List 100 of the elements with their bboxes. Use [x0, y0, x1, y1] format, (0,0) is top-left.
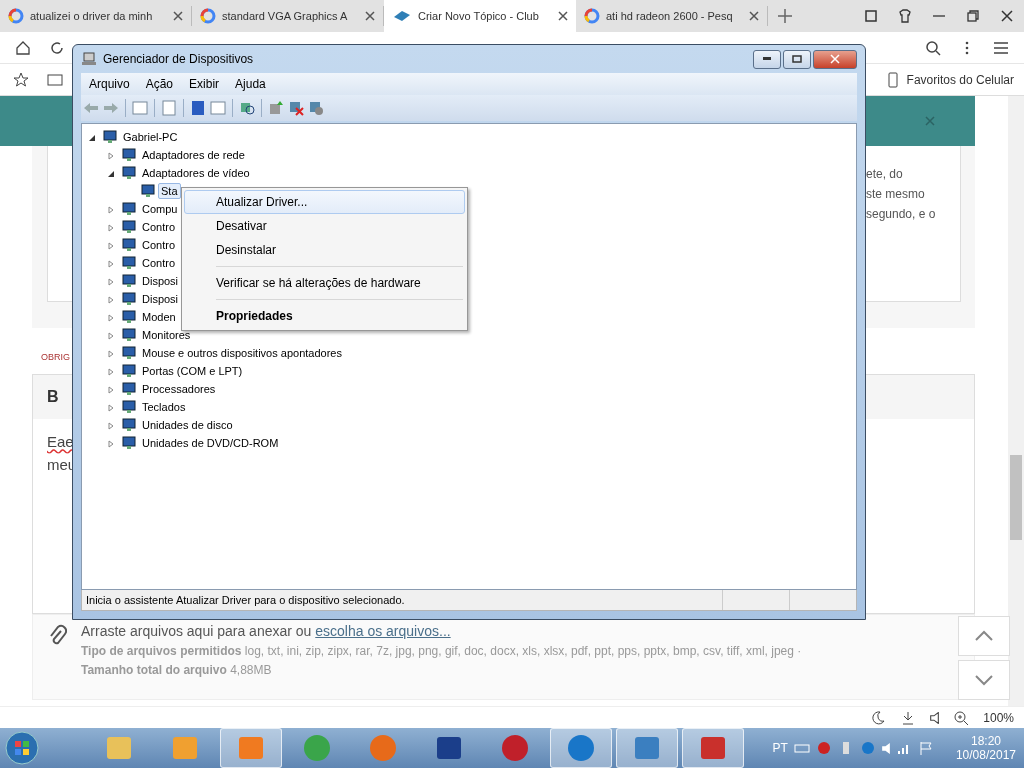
shirt-icon: [897, 8, 913, 24]
tree-item[interactable]: Unidades de DVD/CD-ROM: [139, 435, 282, 451]
more-icon: [965, 39, 969, 56]
tree-item[interactable]: Adaptadores de rede: [139, 147, 248, 163]
attach-prompt: Arraste arquivos aqui para anexar ou escolha os arquivos...: [81, 623, 452, 639]
file-types-text: Tipo de arquivos permitidos log, txt, ini, zip, zipx, rar, 7z, jpg, png, gif, doc, docx, xls, xlsx, pdf, ppt, pps, pptx, bmp, csv, tiff, xml, jpeg ·: [81, 644, 802, 658]
section-label: OBRIG: [41, 352, 70, 364]
moon-icon: [870, 709, 887, 726]
scroll-down-button[interactable]: [958, 660, 1010, 700]
browser-tab[interactable]: Criar Novo Tópico - Club: [384, 0, 576, 32]
device-icon: [140, 183, 156, 199]
device-icon: [121, 147, 137, 163]
context-menu-item[interactable]: Desinstalar: [184, 238, 465, 262]
forward-icon: [103, 100, 119, 116]
window-title: Gerenciador de Dispositivos: [103, 52, 254, 66]
scrollbar[interactable]: [1008, 96, 1024, 706]
bold-button[interactable]: B: [47, 388, 59, 406]
menu-item[interactable]: Ação: [137, 77, 182, 91]
tree-item[interactable]: Contro: [139, 237, 179, 253]
taskbar-app[interactable]: [220, 728, 282, 768]
tree-item[interactable]: Contro: [139, 219, 179, 235]
device-icon: [121, 399, 137, 415]
tree-item[interactable]: Gabriel-PC: [120, 129, 181, 145]
tree-item[interactable]: Processadores: [139, 381, 219, 397]
collapsed-arrow-icon: [107, 278, 115, 286]
uninstall-icon: [288, 100, 304, 116]
tree-item[interactable]: Teclados: [139, 399, 189, 415]
context-menu-item[interactable]: Desativar: [184, 214, 465, 238]
browser-tab[interactable]: ati hd radeon 2600 - Pesq: [576, 6, 768, 26]
new-tab-icon: [777, 8, 793, 24]
expanded-arrow-icon: [107, 170, 115, 178]
taskbar-app[interactable]: [682, 728, 744, 768]
choose-files-link[interactable]: escolha os arquivos...: [315, 623, 451, 639]
start-orb-icon: [4, 730, 40, 766]
tree-item[interactable]: Disposi: [139, 291, 182, 307]
close-tab-icon: [749, 11, 759, 21]
zoom-level: 100%: [983, 710, 1014, 725]
device-icon: [121, 309, 137, 325]
collapsed-arrow-icon: [107, 260, 115, 268]
tree-item[interactable]: Sta: [158, 183, 181, 199]
scroll-up-button[interactable]: [958, 616, 1010, 656]
tree-item[interactable]: Unidades de disco: [139, 417, 236, 433]
device-icon: [121, 201, 137, 217]
maximize-button[interactable]: [783, 49, 811, 69]
context-menu-item[interactable]: Propriedades: [184, 304, 465, 328]
tree-item[interactable]: Compu: [139, 201, 181, 217]
disable-icon: [308, 100, 324, 116]
collapsed-arrow-icon: [107, 332, 115, 340]
volume-icon: [881, 742, 890, 754]
context-menu-item[interactable]: Atualizar Driver...: [184, 190, 465, 214]
device-icon: [121, 291, 137, 307]
taskbar-app[interactable]: [616, 728, 678, 768]
collapsed-arrow-icon: [107, 386, 115, 394]
scroll-thumb[interactable]: [1010, 455, 1022, 540]
device-icon: [102, 129, 118, 145]
status-text: Inicia o assistente Atualizar Driver para o dispositivo selecionado.: [86, 594, 406, 606]
ring-icon: [584, 8, 600, 24]
computer-icon: [81, 51, 97, 67]
tree-item[interactable]: Portas (COM e LPT): [139, 363, 246, 379]
tree-item[interactable]: Contro: [139, 255, 179, 271]
device-icon: [121, 273, 137, 289]
device-icon: [121, 381, 137, 397]
close-button[interactable]: [813, 49, 857, 69]
menu-icon: [993, 39, 1009, 56]
scan-icon: [239, 100, 255, 116]
flag-icon: [917, 740, 934, 756]
tree-item[interactable]: Disposi: [139, 273, 182, 289]
menu-item[interactable]: Ajuda: [227, 77, 274, 91]
chevron-down-icon: [974, 674, 994, 686]
menu-item[interactable]: Exibir: [181, 77, 228, 91]
menu-item[interactable]: Arquivo: [81, 77, 138, 91]
home-icon: [15, 39, 31, 56]
close-tab-icon: [558, 11, 568, 21]
context-menu-item[interactable]: Verificar se há alterações de hardware: [184, 271, 465, 295]
taskbar-app[interactable]: [550, 728, 612, 768]
reload-icon: [49, 39, 65, 56]
bookmark-link[interactable]: Favoritos do Celular: [906, 72, 1014, 87]
minimize-button[interactable]: [753, 49, 781, 69]
device-icon: [121, 345, 137, 361]
tree-item[interactable]: Adaptadores de vídeo: [139, 165, 253, 181]
collapsed-arrow-icon: [107, 152, 115, 160]
tree-item[interactable]: Moden: [139, 309, 179, 325]
zoom-icon: [953, 709, 970, 726]
browser-tab[interactable]: atualizei o driver da minh: [0, 6, 192, 26]
search-icon: [925, 39, 941, 56]
device-icon: [121, 327, 137, 343]
collapsed-arrow-icon: [107, 224, 115, 232]
device-icon: [121, 237, 137, 253]
tree-item[interactable]: Mouse e outros dispositivos apontadores: [139, 345, 345, 361]
device-icon: [121, 363, 137, 379]
collapsed-arrow-icon: [107, 368, 115, 376]
collapsed-arrow-icon: [107, 350, 115, 358]
ring-icon: [200, 8, 216, 24]
post-text: ete, do: [866, 166, 904, 182]
device-icon: [121, 255, 137, 271]
tree-item[interactable]: Monitores: [139, 327, 194, 343]
device-icon: [121, 435, 137, 451]
close-icon: [925, 116, 935, 126]
collapsed-arrow-icon: [107, 242, 115, 250]
restore-icon: [965, 8, 981, 24]
